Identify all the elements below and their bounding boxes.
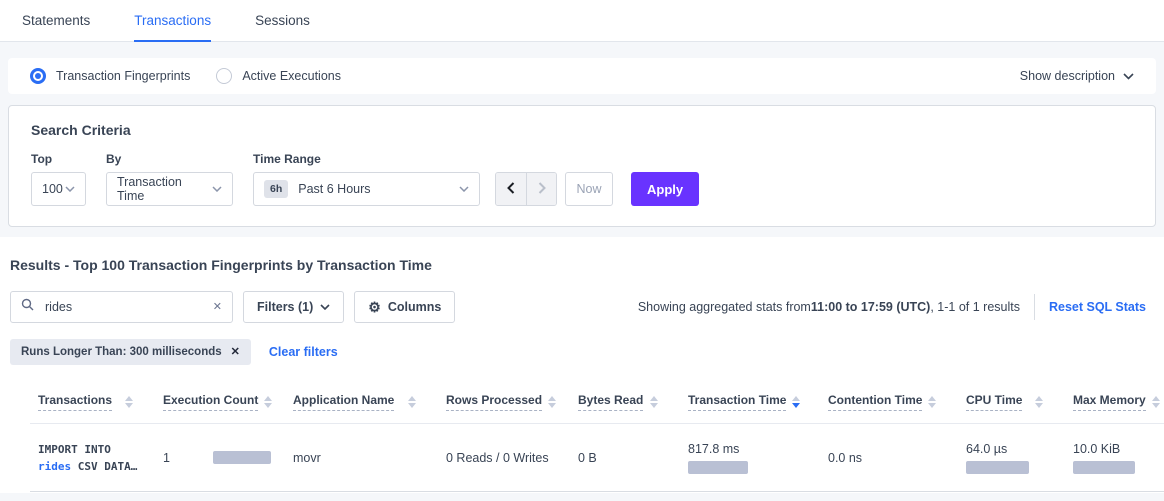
time-range-badge: 6h — [264, 180, 288, 198]
applied-filters-row: Runs Longer Than: 300 milliseconds ✕ Cle… — [10, 339, 1154, 365]
sort-icon[interactable] — [1152, 396, 1160, 408]
next-time-range-button[interactable] — [526, 173, 556, 205]
table-header-row: Transactions Execution Count Application… — [30, 381, 1164, 424]
max-memory-bar — [1073, 461, 1135, 474]
reset-sql-stats-link[interactable]: Reset SQL Stats — [1049, 300, 1146, 314]
column-header-rows-processed[interactable]: Rows Processed — [438, 381, 570, 424]
search-match-highlight: rides — [38, 460, 71, 473]
clear-filters-link[interactable]: Clear filters — [269, 345, 338, 359]
page-background-strip — [0, 493, 1164, 501]
tab-transactions[interactable]: Transactions — [134, 0, 211, 41]
chevron-down-icon — [459, 186, 469, 192]
results-heading: Results - Top 100 Transaction Fingerprin… — [10, 257, 1154, 273]
now-button[interactable]: Now — [565, 172, 613, 206]
time-range-field: Time Range 6h Past 6 Hours — [253, 152, 480, 206]
cell-transaction-fingerprint: IMPORT INTO rides CSV DATA… — [30, 424, 155, 492]
table-search-input[interactable] — [43, 299, 213, 315]
execution-count-bar — [213, 451, 271, 464]
chevron-down-icon — [320, 304, 330, 310]
by-label: By — [106, 152, 233, 166]
results-section: Results - Top 100 Transaction Fingerprin… — [0, 237, 1164, 492]
sort-icon-active-desc[interactable] — [792, 396, 800, 408]
sort-icon[interactable] — [1035, 396, 1043, 408]
remove-filter-icon[interactable]: ✕ — [231, 347, 240, 358]
column-header-contention-time[interactable]: Contention Time — [820, 381, 958, 424]
column-header-execution-count[interactable]: Execution Count — [155, 381, 285, 424]
column-header-transaction-time[interactable]: Transaction Time — [680, 381, 820, 424]
time-range-nav — [495, 172, 557, 206]
filters-button-label: Filters (1) — [257, 300, 313, 314]
cell-transaction-time: 817.8 ms — [680, 424, 820, 492]
sort-icon[interactable] — [125, 396, 133, 408]
divider — [1034, 294, 1035, 320]
by-field: By Transaction Time — [106, 152, 233, 206]
filters-area: Transaction Fingerprints Active Executio… — [0, 42, 1164, 237]
transactions-table: Transactions Execution Count Application… — [30, 381, 1164, 492]
chevron-left-icon — [507, 182, 515, 197]
top-field: Top 100 — [31, 152, 86, 206]
results-controls-row: ✕ Filters (1) ⚙ Columns Showing aggregat… — [10, 291, 1154, 323]
chevron-right-icon — [538, 182, 546, 197]
cell-rows-processed: 0 Reads / 0 Writes — [438, 424, 570, 492]
stats-time-range: 11:00 to 17:59 (UTC) — [811, 300, 930, 314]
tab-sessions[interactable]: Sessions — [255, 0, 310, 41]
aggregated-stats-text: Showing aggregated stats from 11:00 to 1… — [638, 294, 1154, 320]
sql-activity-tabbar: Statements Transactions Sessions — [0, 0, 1164, 42]
radio-transaction-fingerprints[interactable]: Transaction Fingerprints — [30, 68, 190, 84]
top-value: 100 — [42, 182, 63, 196]
show-description-label: Show description — [1020, 69, 1115, 83]
top-label: Top — [31, 152, 86, 166]
chevron-down-icon — [212, 186, 222, 192]
column-header-bytes-read[interactable]: Bytes Read — [570, 381, 680, 424]
clear-search-icon[interactable]: ✕ — [213, 302, 222, 313]
transaction-fingerprint-link[interactable]: IMPORT INTO rides CSV DATA… — [38, 441, 147, 475]
filter-pill: Runs Longer Than: 300 milliseconds ✕ — [10, 339, 251, 365]
cell-application-name: movr — [285, 424, 438, 492]
filters-button[interactable]: Filters (1) — [243, 291, 344, 323]
column-header-cpu-time[interactable]: CPU Time — [958, 381, 1065, 424]
table-row: IMPORT INTO rides CSV DATA… 1 movr 0 Rea… — [30, 424, 1164, 492]
sort-icon[interactable] — [928, 396, 936, 408]
search-criteria-title: Search Criteria — [31, 122, 1133, 138]
sort-icon[interactable] — [650, 396, 658, 408]
by-value: Transaction Time — [117, 175, 212, 203]
prev-time-range-button[interactable] — [496, 173, 526, 205]
cell-contention-time: 0.0 ns — [820, 424, 958, 492]
column-header-transactions[interactable]: Transactions — [30, 381, 155, 424]
columns-button-label: Columns — [388, 300, 441, 314]
table-search-box: ✕ — [10, 291, 233, 323]
chevron-down-icon — [65, 186, 75, 192]
view-toggle-card: Transaction Fingerprints Active Executio… — [8, 58, 1156, 94]
gear-icon: ⚙ — [368, 300, 381, 314]
cell-cpu-time: 64.0 µs — [958, 424, 1065, 492]
sort-icon[interactable] — [548, 396, 556, 408]
transaction-time-bar — [688, 461, 748, 474]
apply-button[interactable]: Apply — [631, 172, 699, 206]
cell-execution-count: 1 — [155, 424, 285, 492]
radio-selected-icon — [30, 68, 46, 84]
cpu-time-bar — [966, 461, 1029, 474]
time-range-select[interactable]: 6h Past 6 Hours — [253, 172, 480, 206]
time-range-label: Time Range — [253, 152, 480, 166]
column-header-application-name[interactable]: Application Name — [285, 381, 438, 424]
show-description-toggle[interactable]: Show description — [1020, 69, 1134, 83]
radio-label: Active Executions — [242, 69, 341, 83]
time-range-value: Past 6 Hours — [298, 182, 370, 196]
search-criteria-card: Search Criteria Top 100 By Transaction T… — [8, 105, 1156, 227]
search-icon — [21, 298, 34, 316]
column-header-max-memory[interactable]: Max Memory — [1065, 381, 1164, 424]
radio-unselected-icon — [216, 68, 232, 84]
sort-icon[interactable] — [408, 396, 416, 408]
cell-bytes-read: 0 B — [570, 424, 680, 492]
radio-active-executions[interactable]: Active Executions — [216, 68, 341, 84]
by-select[interactable]: Transaction Time — [106, 172, 233, 206]
cell-max-memory: 10.0 KiB — [1065, 424, 1164, 492]
top-select[interactable]: 100 — [31, 172, 86, 206]
tab-statements[interactable]: Statements — [22, 0, 90, 41]
chevron-down-icon — [1123, 69, 1134, 83]
radio-label: Transaction Fingerprints — [56, 69, 190, 83]
filter-pill-label: Runs Longer Than: 300 milliseconds — [21, 346, 222, 358]
sort-icon[interactable] — [264, 396, 272, 408]
columns-button[interactable]: ⚙ Columns — [354, 291, 455, 323]
